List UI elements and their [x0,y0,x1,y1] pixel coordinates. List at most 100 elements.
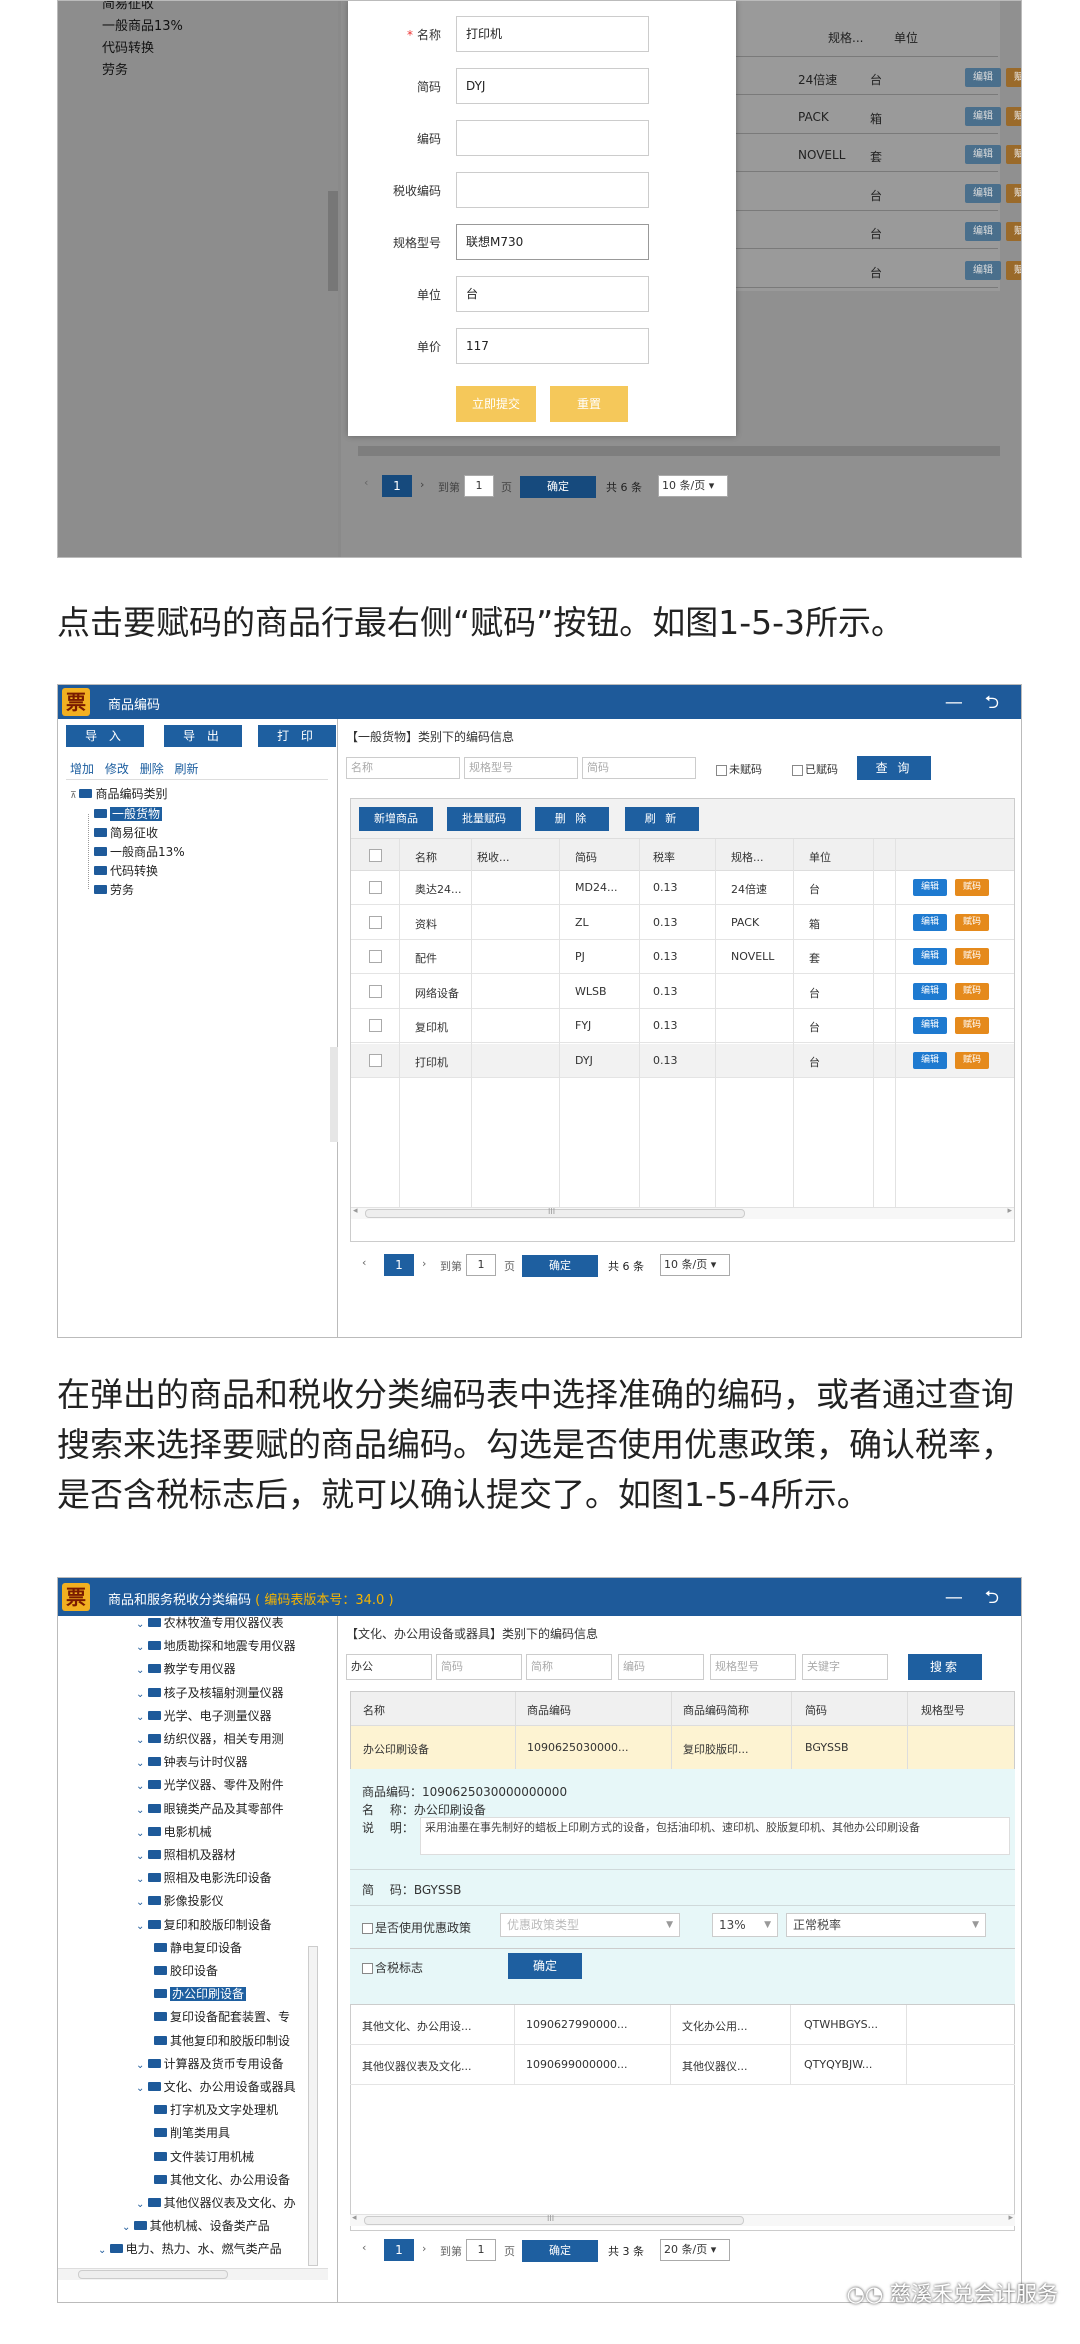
horizontal-scrollbar[interactable]: ◂ III ▸ [351,1206,1014,1219]
expand-icon[interactable]: ⌄ [136,1735,148,1746]
expand-icon[interactable]: ⌄ [136,2083,148,2094]
edit-button[interactable]: 编辑 [965,68,1001,87]
goto-button[interactable]: 确定 [520,476,596,498]
edit-button[interactable]: 编辑 [965,183,1001,203]
tax-included-option[interactable]: 含税标志 [362,1959,423,1976]
tree-node[interactable]: ⌄ 电影机械 [136,1823,212,1840]
page-input[interactable]: 1 [466,1254,496,1276]
page-input[interactable]: 1 [466,2239,496,2261]
table-row[interactable]: 资料 ZL 0.13 PACK 箱 编辑 赋码 [351,906,1014,940]
assign-code-button[interactable]: 赋码 [1006,222,1021,241]
row-checkbox[interactable] [369,950,382,963]
window-controls[interactable]: — ⮌ [945,690,1007,720]
assign-code-button[interactable]: 赋码 [955,948,989,965]
code-input[interactable]: 编码 [618,1654,704,1680]
edit-button[interactable]: 编辑 [913,948,947,965]
page-size-select[interactable]: 10 条/页 ▾ [658,475,728,497]
name-filter[interactable]: 名称 [346,757,460,779]
field-input[interactable]: 117 [456,328,649,364]
edit-button[interactable]: 编辑 [965,106,1001,126]
column-header[interactable]: 商品编码简称 [683,1702,749,1718]
assign-code-button[interactable]: 赋码 [1006,145,1021,164]
tree-node[interactable]: 胶印设备 [154,1962,218,1979]
column-header[interactable]: 规格型号 [921,1702,965,1718]
expand-icon[interactable]: ⌄ [136,1805,148,1816]
tree-node[interactable]: ⌄ 照相及电影洗印设备 [136,1869,272,1886]
goto-button[interactable]: 确定 [522,1255,598,1277]
expand-icon[interactable]: ⌄ [136,1897,148,1908]
scroll-thumb[interactable]: III [365,1207,745,1218]
scroll-thumb[interactable]: III [364,2214,744,2225]
uncoded-checkbox[interactable] [716,764,727,776]
uncoded-filter[interactable]: 未赋码 [716,761,762,777]
tree-item[interactable]: 代码转换 [102,37,154,56]
collapse-icon[interactable]: ⊼ [70,791,79,801]
tree-node[interactable]: ⌄ 眼镜类产品及其零部件 [136,1800,284,1817]
spec-input[interactable]: 规格型号 [710,1654,796,1680]
search-button[interactable]: 搜索 [908,1654,982,1680]
tree-item-general-goods[interactable]: 一般货物 [94,805,163,822]
row-checkbox[interactable] [369,1053,382,1067]
edit-button[interactable]: 编辑 [913,1051,947,1069]
tree-node[interactable]: ⌄ 计算器及货币专用设备 [136,2055,284,2072]
name-search-input[interactable]: 办公 [346,1654,432,1680]
short-name-input[interactable]: 简称 [526,1654,612,1680]
expand-icon[interactable]: ⌄ [136,1781,148,1792]
tree-node[interactable]: ⌄ 钟表与计时仪器 [136,1753,248,1770]
add-link[interactable]: 增加 [70,762,94,776]
column-header[interactable]: 简码 [575,849,597,865]
tree-node[interactable]: ⌄ 电力、热力、水、燃气类产品 [98,2240,282,2257]
column-header[interactable]: 税收... [477,849,510,865]
tree-root[interactable]: ⊼ 商品编码类别 [70,785,167,802]
rate-type-select[interactable]: 正常税率 ▼ [786,1913,986,1937]
field-input[interactable] [456,172,649,208]
tree-node[interactable]: ⌄ 农林牧渔专用仪器仪表 [136,1614,284,1631]
assign-code-button[interactable]: 赋码 [955,913,989,931]
field-input[interactable]: 台 [456,276,649,312]
refresh-link[interactable]: 刷新 [175,762,199,776]
tax-included-checkbox[interactable] [362,1963,373,1974]
horizontal-scrollbar[interactable] [358,446,1000,456]
abbr-filter[interactable]: 简码 [582,757,696,779]
import-button[interactable]: 导 入 [66,725,144,747]
expand-icon[interactable]: ⌄ [136,2199,148,2210]
table-row[interactable]: 其他文化、办公用设... 1090627990000... 文化办公用... QTWH… [350,2005,1015,2045]
tree-node[interactable]: 打字机及文字处理机 [154,2101,278,2118]
tree-node[interactable]: 其他文化、办公用设备 [154,2171,290,2188]
tree-item[interactable]: 简易征收 [102,1,154,12]
tree-node[interactable]: ⌄ 文化、办公用设备或器具 [136,2078,296,2095]
delete-button[interactable]: 删 除 [535,807,609,831]
edit-button[interactable]: 编辑 [913,1017,947,1034]
selected-row[interactable]: 办公印刷设备 1090625030000... 复印胶版印... BGYSSB [351,1726,1014,1770]
current-page[interactable]: 1 [384,1254,414,1276]
confirm-button[interactable]: 确定 [508,1953,582,1979]
field-input[interactable]: 打印机 [456,16,649,52]
assign-code-button[interactable]: 赋码 [1006,68,1021,87]
page-size-select[interactable]: 10 条/页 ▾ [660,1254,730,1276]
tree-node[interactable]: 其他复印和胶版印制设 [154,2032,290,2049]
splitter[interactable] [328,191,338,291]
table-row[interactable]: 其他仪器仪表及文化... 1090699000000... 其他仪器仪... QTYQ… [350,2045,1015,2085]
batch-code-button[interactable]: 批量赋码 [447,807,521,831]
tree-node[interactable]: ⌄ 影像投影仪 [136,1892,224,1909]
window-controls[interactable]: — ⮌ [945,1585,1007,1615]
tree-node[interactable]: 削笔类用具 [154,2124,230,2141]
submit-button[interactable]: 立即提交 [456,386,536,422]
spec-filter[interactable]: 规格型号 [464,757,578,779]
tree-node[interactable]: 办公印刷设备 [154,1985,247,2002]
assign-code-button[interactable]: 赋码 [1006,106,1021,126]
expand-icon[interactable]: ⌄ [98,2245,110,2256]
expand-icon[interactable]: ⌄ [136,1689,148,1700]
tree-node[interactable]: 文件装订用机械 [154,2148,254,2165]
assign-code-button[interactable]: 赋码 [955,982,989,1000]
tree-node[interactable]: ⌄ 核子及核辐射测量仪器 [136,1684,284,1701]
row-checkbox[interactable] [369,984,382,998]
current-page[interactable]: 1 [382,475,412,497]
tree-node[interactable]: ⌄ 其他机械、设备类产品 [122,2217,270,2234]
export-button[interactable]: 导 出 [164,725,242,747]
expand-icon[interactable]: ⌄ [136,1828,148,1839]
reset-button[interactable]: 重置 [550,386,628,422]
column-header[interactable]: 单位 [809,849,831,865]
delete-link[interactable]: 删除 [140,762,164,776]
refresh-button[interactable]: 刷 新 [625,807,699,831]
